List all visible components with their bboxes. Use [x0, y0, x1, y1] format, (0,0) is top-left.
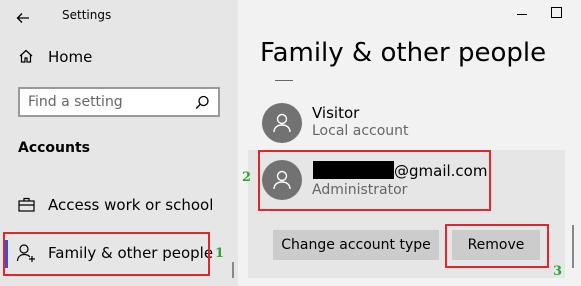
sidebar-item-label: Access work or school: [48, 196, 214, 214]
home-label: Home: [48, 48, 93, 66]
briefcase-icon: [18, 197, 35, 212]
home-icon: [18, 48, 34, 64]
list-divider: [275, 80, 293, 81]
account-name[interactable]: Visitor: [312, 104, 359, 122]
highlight-box: [258, 150, 491, 211]
search-icon[interactable]: [195, 95, 210, 110]
page-title: Family & other people: [260, 38, 547, 68]
step-number: 1: [215, 246, 225, 261]
section-heading: Accounts: [18, 140, 91, 156]
step-number: 2: [242, 170, 252, 185]
search-input[interactable]: Find a setting: [18, 87, 220, 117]
sidebar-item-access-work[interactable]: Access work or school: [0, 190, 238, 220]
minimize-icon[interactable]: [517, 14, 527, 15]
highlight-box: [3, 232, 210, 276]
change-account-type-button[interactable]: Change account type: [273, 230, 439, 260]
account-type: Local account: [312, 123, 409, 139]
app-title: Settings: [62, 8, 112, 22]
maximize-icon[interactable]: [551, 7, 562, 18]
step-number: 3: [553, 264, 563, 279]
nav-home[interactable]: Home: [0, 42, 238, 72]
highlight-box: [445, 224, 549, 268]
back-arrow-icon[interactable]: [16, 10, 30, 24]
main-scrollbar[interactable]: [572, 225, 574, 268]
search-placeholder: Find a setting: [28, 94, 123, 110]
sidebar-scrollbar[interactable]: [232, 262, 234, 278]
avatar: [262, 103, 302, 143]
